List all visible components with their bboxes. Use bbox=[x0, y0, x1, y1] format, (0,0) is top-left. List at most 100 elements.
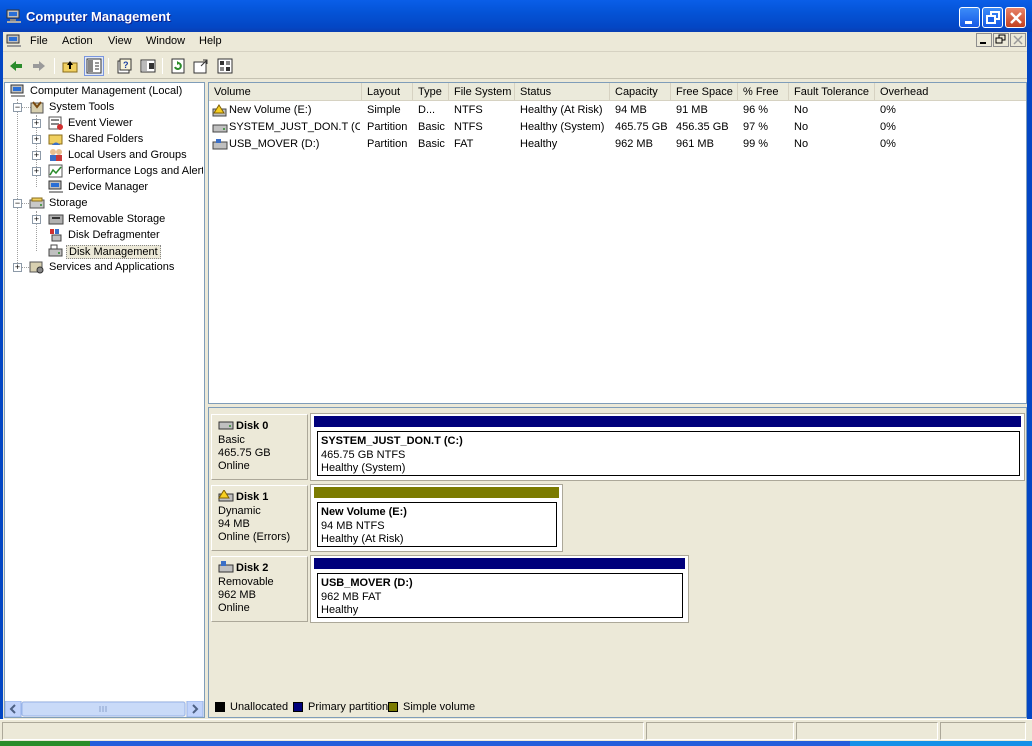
console-tree[interactable]: Computer Management (Local) − System Too… bbox=[4, 82, 205, 718]
expand-perf-logs-toggle[interactable]: + bbox=[32, 167, 41, 176]
column-header-capacity[interactable]: Capacity bbox=[610, 83, 671, 101]
export-list-button[interactable] bbox=[191, 56, 211, 76]
collapse-system-tools-toggle[interactable]: − bbox=[13, 103, 22, 112]
partition-size: 962 MB FAT bbox=[321, 591, 382, 603]
help-button[interactable] bbox=[138, 56, 158, 76]
disk-info-1[interactable]: Disk 1 Dynamic 94 MB Online (Errors) bbox=[211, 485, 308, 551]
menu-file[interactable]: File bbox=[30, 35, 48, 47]
legend-swatch-primary bbox=[293, 702, 303, 712]
expand-services-toggle[interactable]: + bbox=[13, 263, 22, 272]
tree-item-local-users[interactable]: Local Users and Groups bbox=[46, 148, 203, 164]
partition-bar bbox=[314, 416, 1021, 427]
tree-item-removable-storage[interactable]: Removable Storage bbox=[46, 212, 203, 228]
tree-item-disk-management[interactable]: Disk Management bbox=[46, 244, 203, 260]
column-header-free-space[interactable]: Free Space bbox=[671, 83, 738, 101]
table-row[interactable]: USB_MOVER (D:) Partition Basic FAT Healt… bbox=[209, 136, 1026, 153]
column-header-percent-free[interactable]: % Free bbox=[738, 83, 789, 101]
disk-info-2[interactable]: Disk 2 Removable 962 MB Online bbox=[211, 556, 308, 622]
tree-label-storage: Storage bbox=[49, 197, 88, 209]
toolbar: ? bbox=[0, 53, 1032, 79]
disk-graphical-view[interactable]: Disk 0 Basic 465.75 GB Online SYSTEM_JUS… bbox=[208, 407, 1027, 718]
partition-e[interactable]: New Volume (E:) 94 MB NTFS Healthy (At R… bbox=[310, 484, 563, 552]
back-button[interactable] bbox=[6, 56, 26, 76]
tree-item-storage[interactable]: Storage bbox=[27, 196, 203, 212]
column-header-overhead[interactable]: Overhead bbox=[875, 83, 1026, 101]
menu-window[interactable]: Window bbox=[146, 35, 185, 47]
child-restore-button[interactable] bbox=[993, 33, 1009, 47]
partition-details: USB_MOVER (D:) 962 MB FAT Healthy bbox=[317, 573, 683, 618]
disk-size: 94 MB bbox=[218, 518, 250, 530]
show-hide-tree-button[interactable] bbox=[84, 56, 104, 76]
menu-action[interactable]: Action bbox=[62, 35, 93, 47]
minimize-icon bbox=[965, 21, 972, 24]
expand-shared-folders-toggle[interactable]: + bbox=[32, 135, 41, 144]
computer-icon bbox=[10, 84, 25, 97]
storage-icon bbox=[29, 197, 45, 209]
tree-item-shared-folders[interactable]: Shared Folders bbox=[46, 132, 203, 148]
partition-d[interactable]: USB_MOVER (D:) 962 MB FAT Healthy bbox=[310, 555, 689, 623]
partition-details: SYSTEM_JUST_DON.T (C:) 465.75 GB NTFS He… bbox=[317, 431, 1020, 476]
column-header-file-system[interactable]: File System bbox=[449, 83, 515, 101]
close-icon bbox=[1010, 12, 1022, 24]
partition-size: 94 MB NTFS bbox=[321, 520, 385, 532]
tree-item-device-manager[interactable]: Device Manager bbox=[46, 180, 203, 196]
disk-row-0[interactable]: Disk 0 Basic 465.75 GB Online SYSTEM_JUS… bbox=[211, 413, 1025, 481]
menu-help[interactable]: Help bbox=[199, 35, 222, 47]
disk-info-0[interactable]: Disk 0 Basic 465.75 GB Online bbox=[211, 414, 308, 480]
partition-c[interactable]: SYSTEM_JUST_DON.T (C:) 465.75 GB NTFS He… bbox=[310, 413, 1025, 481]
partition-bar bbox=[314, 487, 559, 498]
disk-management-icon bbox=[48, 244, 63, 257]
cell-fault-tolerance: No bbox=[794, 138, 809, 150]
collapse-storage-toggle[interactable]: − bbox=[13, 199, 22, 208]
properties-icon: ? bbox=[117, 58, 132, 74]
cell-volume: SYSTEM_JUST_DON.T (C:) bbox=[229, 121, 360, 133]
disk-name: Disk 0 bbox=[236, 420, 269, 432]
child-minimize-button[interactable] bbox=[976, 33, 992, 47]
removable-storage-icon bbox=[48, 214, 64, 225]
forward-button[interactable] bbox=[29, 56, 49, 76]
cell-fault-tolerance: No bbox=[794, 104, 809, 116]
up-one-level-button[interactable] bbox=[60, 56, 80, 76]
column-header-type[interactable]: Type bbox=[413, 83, 449, 101]
refresh-button[interactable] bbox=[168, 56, 188, 76]
document-menu-icon[interactable] bbox=[6, 34, 22, 48]
tree-item-event-viewer[interactable]: Event Viewer bbox=[46, 116, 203, 132]
tree-item-services[interactable]: Services and Applications bbox=[27, 260, 203, 276]
column-header-fault-tolerance[interactable]: Fault Tolerance bbox=[789, 83, 875, 101]
menu-view[interactable]: View bbox=[108, 35, 132, 47]
column-header-layout[interactable]: Layout bbox=[362, 83, 413, 101]
child-close-button[interactable] bbox=[1010, 33, 1026, 47]
partition-details: New Volume (E:) 94 MB NTFS Healthy (At R… bbox=[317, 502, 557, 547]
tree-horizontal-scrollbar[interactable] bbox=[4, 700, 204, 718]
status-panel-3 bbox=[796, 722, 938, 740]
cell-free-space: 456.35 GB bbox=[676, 121, 729, 133]
disk-row-2[interactable]: Disk 2 Removable 962 MB Online USB_MOVER… bbox=[211, 555, 689, 623]
cell-percent-free: 99 % bbox=[743, 138, 769, 150]
expand-local-users-toggle[interactable]: + bbox=[32, 151, 41, 160]
cell-file-system: NTFS bbox=[454, 121, 483, 133]
table-row[interactable]: SYSTEM_JUST_DON.T (C:) Partition Basic N… bbox=[209, 119, 1026, 136]
column-header-volume[interactable]: Volume bbox=[209, 83, 362, 101]
volume-list[interactable]: Volume Layout Type File System Status Ca… bbox=[208, 82, 1027, 404]
forward-arrow-icon bbox=[33, 61, 45, 71]
column-header-status[interactable]: Status bbox=[515, 83, 610, 101]
table-row[interactable]: New Volume (E:) Simple D... NTFS Healthy… bbox=[209, 102, 1026, 119]
title-bar[interactable]: Computer Management bbox=[0, 0, 1032, 32]
restore-button[interactable] bbox=[982, 7, 1003, 28]
cell-percent-free: 97 % bbox=[743, 121, 769, 133]
minimize-button[interactable] bbox=[959, 7, 980, 28]
tree-item-system-tools[interactable]: System Tools bbox=[27, 100, 203, 116]
status-panel-2 bbox=[646, 722, 794, 740]
settings-button[interactable] bbox=[215, 56, 235, 76]
close-button[interactable] bbox=[1005, 7, 1026, 28]
disk-row-1[interactable]: Disk 1 Dynamic 94 MB Online (Errors) New… bbox=[211, 484, 563, 552]
tree-item-disk-defragmenter[interactable]: Disk Defragmenter bbox=[46, 228, 203, 244]
tree-item-root[interactable]: Computer Management (Local) bbox=[8, 84, 203, 100]
tree-item-perf-logs[interactable]: Performance Logs and Alerts bbox=[46, 164, 203, 180]
properties-button[interactable]: ? bbox=[114, 56, 134, 76]
restore-icon bbox=[986, 11, 1000, 24]
expand-removable-storage-toggle[interactable]: + bbox=[32, 215, 41, 224]
expand-event-viewer-toggle[interactable]: + bbox=[32, 119, 41, 128]
tree-label-services: Services and Applications bbox=[49, 261, 175, 273]
cell-volume: USB_MOVER (D:) bbox=[229, 138, 320, 150]
